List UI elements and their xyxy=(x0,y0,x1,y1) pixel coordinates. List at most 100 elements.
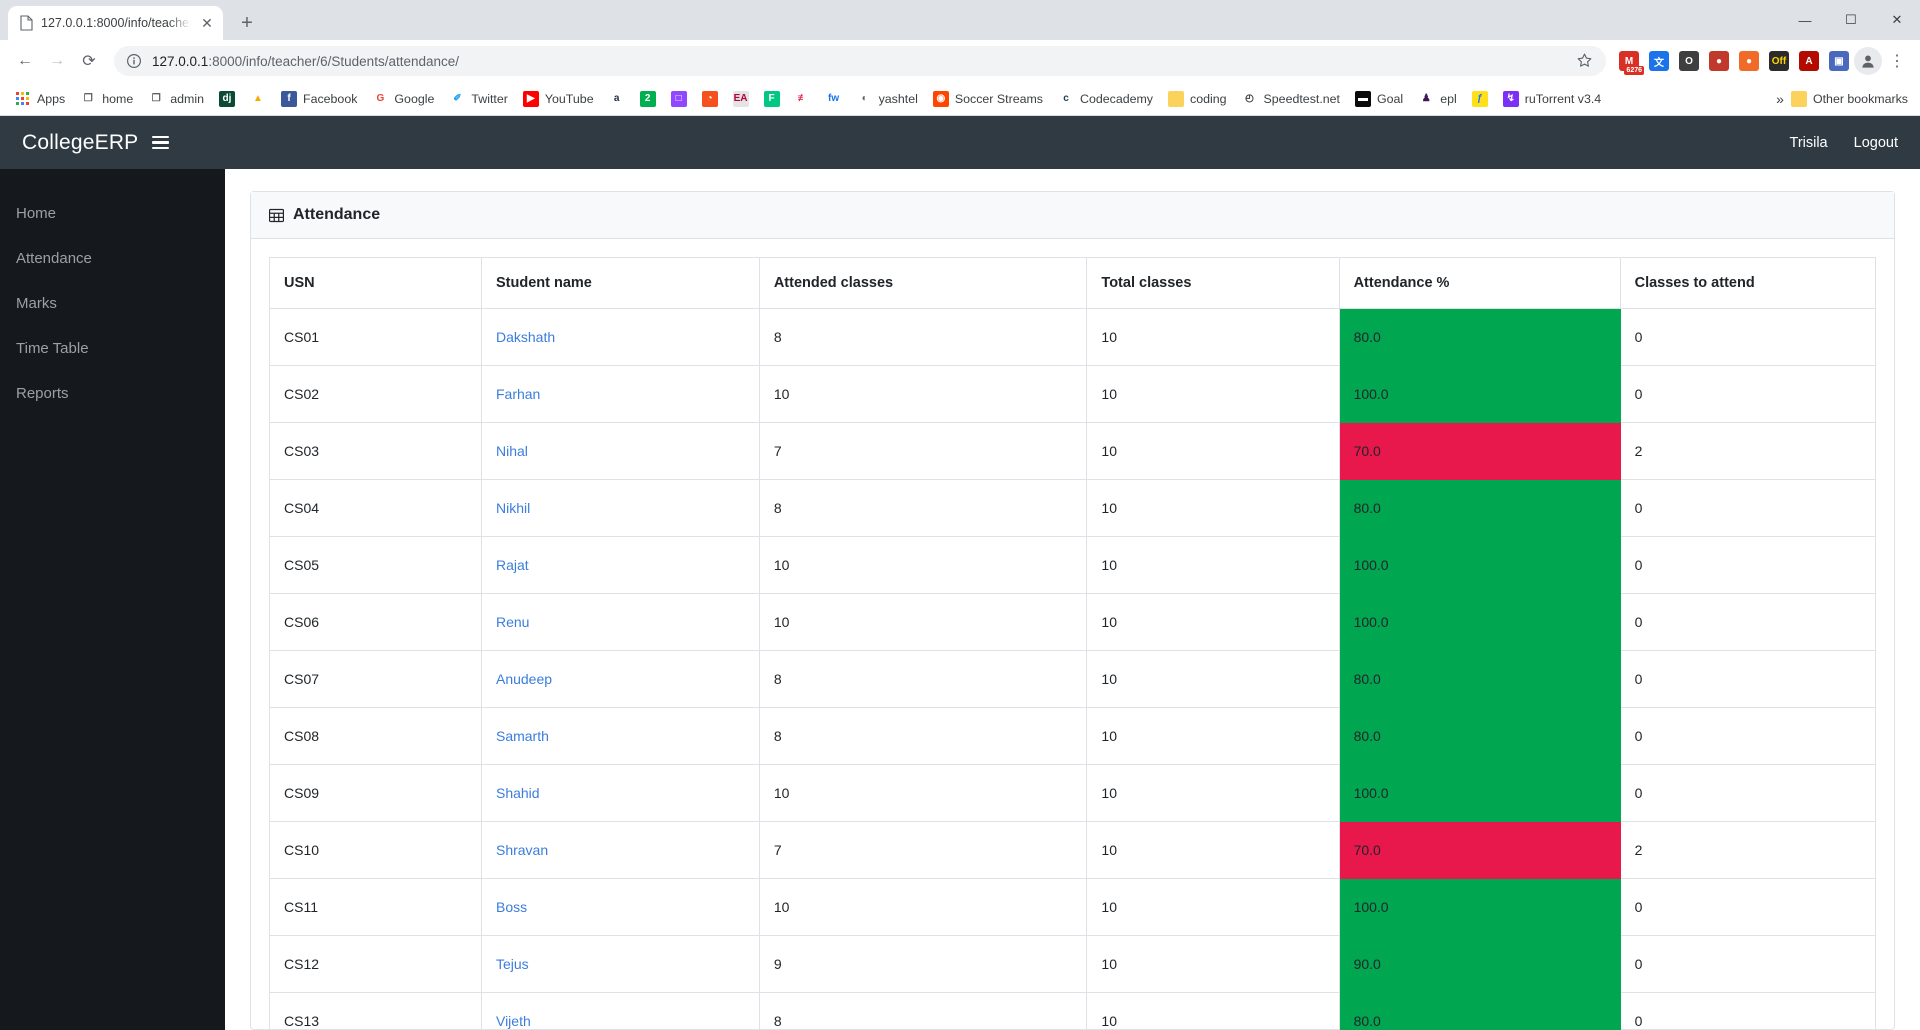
bookmark-epl[interactable]: ♟ epl xyxy=(1411,87,1464,111)
twitch-icon: □ xyxy=(670,90,687,107)
cell-attended-classes: 10 xyxy=(758,365,1088,423)
bookmark-ea-icon[interactable]: EA xyxy=(726,87,756,111)
info-circle-icon[interactable] xyxy=(126,53,142,69)
student-link[interactable]: Nikhil xyxy=(496,500,530,516)
shield-extension[interactable]: ● xyxy=(1736,48,1762,74)
adblock-extension[interactable]: ● xyxy=(1706,48,1732,74)
bookmark-label: ruTorrent v3.4 xyxy=(1524,91,1602,106)
student-link[interactable]: Nihal xyxy=(496,443,528,459)
browser-tab[interactable]: 127.0.0.1:8000/info/teacher/6/Stu ✕ xyxy=(8,6,223,40)
new-tab-button[interactable]: + xyxy=(233,9,261,37)
address-bar[interactable]: 127.0.0.1:8000/info/teacher/6/Students/a… xyxy=(114,46,1606,76)
bookmarks-overflow-button[interactable]: » xyxy=(1770,87,1790,111)
student-link[interactable]: Boss xyxy=(496,899,527,915)
student-link[interactable]: Anudeep xyxy=(496,671,552,687)
cell-total-classes: 10 xyxy=(1086,821,1340,879)
opera-extension[interactable]: O xyxy=(1676,48,1702,74)
bookmark-google[interactable]: G Google xyxy=(365,87,441,111)
cell-usn: CS13 xyxy=(269,992,482,1030)
logout-link[interactable]: Logout xyxy=(1854,135,1898,151)
shield-extension-glyph: ● xyxy=(1739,51,1759,71)
back-icon[interactable]: ← xyxy=(10,46,40,76)
cell-attendance-percent: 100.0 xyxy=(1338,878,1621,936)
pdf-extension[interactable]: A xyxy=(1796,48,1822,74)
bookmark-fw-icon[interactable]: fw xyxy=(819,87,849,111)
bookmark-codecademy[interactable]: c Codecademy xyxy=(1051,87,1160,111)
cell-attended-classes: 8 xyxy=(758,308,1088,366)
user-avatar-icon[interactable] xyxy=(1854,47,1882,75)
cell-total-classes: 10 xyxy=(1086,593,1340,651)
kebab-menu-icon[interactable]: ⋮ xyxy=(1884,46,1910,76)
bookmark-label: epl xyxy=(1440,91,1457,106)
star-icon[interactable] xyxy=(1576,52,1594,70)
forward-icon[interactable]: → xyxy=(42,46,72,76)
codecademy-icon: c xyxy=(1063,93,1069,104)
bookmark-twoshot-icon[interactable]: 2 xyxy=(633,87,663,111)
cell-usn: CS01 xyxy=(269,308,482,366)
student-link[interactable]: Shravan xyxy=(496,842,548,858)
bookmark-clock-icon[interactable]: ◔ xyxy=(695,87,725,111)
cell-classes-to-attend: 0 xyxy=(1619,308,1877,366)
bookmark-admin[interactable]: ❐ admin xyxy=(141,87,211,111)
minimize-button[interactable]: — xyxy=(1782,0,1828,40)
translate-extension[interactable]: 文 xyxy=(1646,48,1672,74)
bookmark-home[interactable]: ❐ home xyxy=(73,87,140,111)
reload-icon[interactable]: ⟳ xyxy=(74,46,104,76)
cell-classes-to-attend: 0 xyxy=(1619,707,1877,765)
bookmark-google-drive-icon[interactable]: ▲ xyxy=(243,87,273,111)
student-link[interactable]: Vijeth xyxy=(496,1013,531,1029)
sidebar-item-home[interactable]: Home xyxy=(0,191,225,236)
cell-attended-classes: 8 xyxy=(758,992,1088,1030)
student-link[interactable]: Rajat xyxy=(496,557,529,573)
bookmark-flipboard-icon[interactable]: F xyxy=(757,87,787,111)
bookmark-yashtel[interactable]: ◐ yashtel xyxy=(850,87,925,111)
sidebar-item-reports[interactable]: Reports xyxy=(0,371,225,416)
window-extension[interactable]: ▣ xyxy=(1826,48,1852,74)
bookmark-twitter[interactable]: ✐ Twitter xyxy=(442,87,515,111)
bookmark-apps[interactable]: Apps xyxy=(8,87,72,111)
bookmark-speedtest-net[interactable]: ◴ Speedtest.net xyxy=(1235,87,1347,111)
cell-usn: CS07 xyxy=(269,650,482,708)
student-link[interactable]: Tejus xyxy=(496,956,529,972)
bookmark-hotstar-icon[interactable]: ≢ xyxy=(788,87,818,111)
close-window-button[interactable]: ✕ xyxy=(1874,0,1920,40)
student-link[interactable]: Dakshath xyxy=(496,329,555,345)
table-grid-icon xyxy=(268,208,285,223)
off-toggle-extension[interactable]: Off xyxy=(1766,48,1792,74)
navbar-username[interactable]: Trisila xyxy=(1790,135,1828,151)
sidebar-item-marks[interactable]: Marks xyxy=(0,281,225,326)
bookmark-amazon-icon[interactable]: a xyxy=(602,87,632,111)
other-bookmarks-button[interactable]: Other bookmarks xyxy=(1790,90,1912,107)
cell-classes-to-attend: 0 xyxy=(1619,935,1877,993)
card-body: USN Student name Attended classes Total cla… xyxy=(251,239,1894,1030)
bookmark-goal[interactable]: ▬ Goal xyxy=(1348,87,1410,111)
bookmark-rutorrent-v3-4[interactable]: ↯ ruTorrent v3.4 xyxy=(1496,87,1608,111)
bookmark-label: Soccer Streams xyxy=(954,91,1043,106)
cell-attendance-percent: 80.0 xyxy=(1338,479,1621,537)
bookmark-coding[interactable]: ▮ coding xyxy=(1161,87,1234,111)
student-link[interactable]: Samarth xyxy=(496,728,549,744)
bookmark-twitch-icon[interactable]: □ xyxy=(664,87,694,111)
student-link[interactable]: Farhan xyxy=(496,386,540,402)
bookmark-flipkart-icon[interactable]: ƒ xyxy=(1465,87,1495,111)
bookmark-label: Codecademy xyxy=(1080,91,1154,106)
bookmark-label: admin xyxy=(170,91,204,106)
sidebar-item-time-table[interactable]: Time Table xyxy=(0,326,225,371)
sidebar-item-attendance[interactable]: Attendance xyxy=(0,236,225,281)
maximize-button[interactable]: ☐ xyxy=(1828,0,1874,40)
student-link[interactable]: Shahid xyxy=(496,785,540,801)
card-header: Attendance xyxy=(251,192,1894,239)
google-icon: G xyxy=(376,93,385,104)
cell-usn: CS10 xyxy=(269,821,482,879)
close-icon[interactable]: ✕ xyxy=(199,15,215,31)
app-brand[interactable]: CollegeERP xyxy=(22,131,138,155)
bookmark-facebook[interactable]: f Facebook xyxy=(274,87,364,111)
facebook-icon: f xyxy=(281,90,297,107)
bookmark-youtube[interactable]: ▶ YouTube xyxy=(516,87,601,111)
student-link[interactable]: Renu xyxy=(496,614,529,630)
bookmark-soccer-streams[interactable]: ◉ Soccer Streams xyxy=(926,87,1050,111)
cell-total-classes: 10 xyxy=(1086,935,1340,993)
mail-extension[interactable]: M 6276 xyxy=(1616,48,1644,75)
bookmark-django-icon[interactable]: dj xyxy=(212,87,242,111)
hamburger-menu-icon[interactable] xyxy=(152,136,170,149)
